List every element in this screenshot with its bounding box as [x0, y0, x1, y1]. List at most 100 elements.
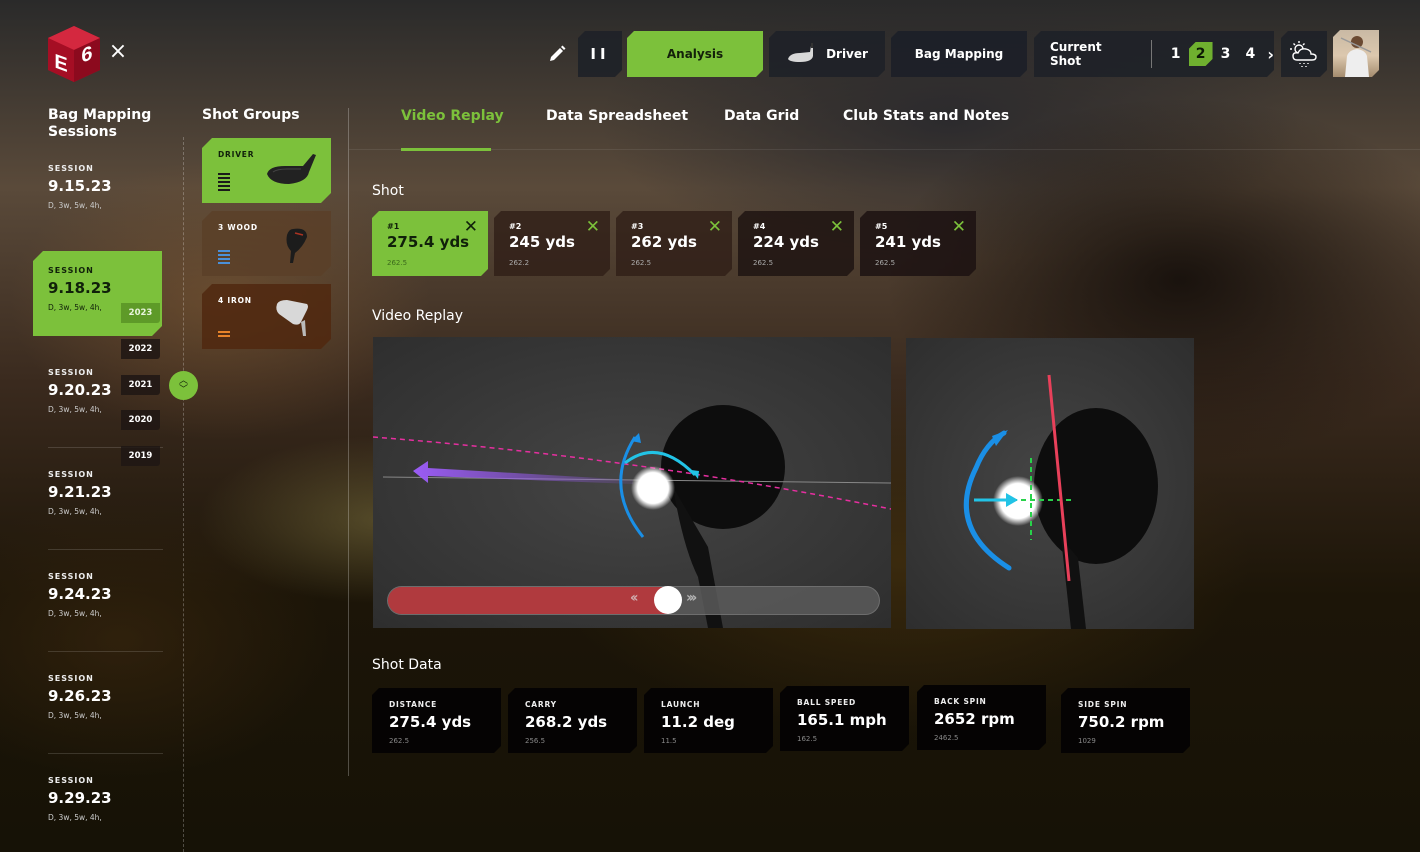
shot-card-4[interactable]: #4 224 yds 262.5 ✕	[738, 211, 854, 276]
metric-label: DISTANCE	[389, 700, 438, 709]
club-select-driver-button[interactable]: Driver	[769, 31, 885, 77]
session-item-active[interactable]: SESSION 9.18.23 D, 3w, 5w, 4h,	[33, 251, 162, 336]
year-filter-2020[interactable]: 2020	[121, 410, 160, 430]
session-date: 9.18.23	[48, 279, 112, 297]
shot-card-5[interactable]: #5 241 yds 262.5 ✕	[860, 211, 976, 276]
shot-groups-title: Shot Groups	[202, 107, 300, 123]
close-icon[interactable]: ×	[108, 41, 128, 63]
divider	[48, 549, 163, 550]
session-label: SESSION	[48, 266, 94, 275]
shot-section-title: Shot	[372, 183, 404, 199]
shot-group-3-wood[interactable]: 3 WOOD	[202, 211, 331, 276]
user-avatar[interactable]	[1333, 30, 1379, 77]
metric-sub-value: 2462.5	[934, 734, 959, 742]
session-clubs: D, 3w, 5w, 4h,	[48, 609, 102, 618]
session-label: SESSION	[48, 776, 94, 785]
remove-shot-icon[interactable]: ✕	[586, 219, 600, 236]
metric-sub-value: 11.5	[661, 737, 677, 745]
shot-card-2[interactable]: #2 245 yds 262.2 ✕	[494, 211, 610, 276]
tab-club-stats-notes[interactable]: Club Stats and Notes	[843, 108, 1009, 124]
metric-value: 165.1 mph	[797, 711, 887, 729]
shot-count-bar	[218, 181, 230, 183]
shot-card-1[interactable]: #1 275.4 yds 262.5 ✕	[372, 211, 488, 276]
panel-divider	[348, 108, 349, 776]
shot-count-bar	[218, 177, 230, 179]
year-filter-2023[interactable]: 2023	[121, 303, 160, 323]
separator	[1151, 40, 1152, 68]
chevron-down-icon: ﹀	[178, 384, 188, 395]
bag-mapping-button[interactable]: Bag Mapping	[891, 31, 1027, 77]
shot-count-bar	[218, 262, 230, 264]
shot-sub-value: 262.5	[875, 259, 896, 267]
rewind-arrows-icon: ‹‹	[630, 590, 638, 606]
current-shot-label: Current Shot	[1050, 40, 1102, 68]
video-face-view[interactable]	[906, 338, 1194, 629]
metric-card-side-spin: SIDE SPIN 750.2 rpm 1029	[1061, 688, 1190, 753]
metric-value: 2652 rpm	[934, 710, 1015, 728]
session-item[interactable]: SESSION 9.26.23 D, 3w, 5w, 4h,	[48, 674, 163, 720]
pencil-icon[interactable]	[547, 44, 567, 64]
shot-count-bar	[218, 335, 230, 337]
tab-video-replay[interactable]: Video Replay	[401, 108, 504, 124]
divider	[48, 651, 163, 652]
driver-label: Driver	[826, 47, 868, 61]
golf-ball	[631, 466, 675, 510]
remove-shot-icon[interactable]: ✕	[708, 219, 722, 236]
shot-number-4[interactable]: 4	[1238, 42, 1262, 66]
year-scroll-toggle[interactable]: ︿ ﹀	[169, 371, 198, 400]
year-filter-2019[interactable]: 2019	[121, 446, 160, 466]
chevron-right-icon[interactable]: ›	[1267, 45, 1274, 64]
tab-data-spreadsheet[interactable]: Data Spreadsheet	[546, 108, 688, 124]
metric-label: BACK SPIN	[934, 697, 987, 706]
shot-sub-value: 262.2	[509, 259, 530, 267]
shot-count-bars	[218, 250, 230, 264]
shot-count-bar	[218, 331, 230, 333]
shot-group-4-iron[interactable]: 4 IRON	[202, 284, 331, 349]
video-replay-title: Video Replay	[372, 308, 464, 324]
session-date: 9.26.23	[48, 687, 112, 705]
scrubber-handle[interactable]	[654, 586, 682, 614]
session-item[interactable]: SESSION 9.21.23 D, 3w, 5w, 4h,	[48, 470, 163, 516]
analysis-button[interactable]: Analysis	[627, 31, 763, 77]
remove-shot-icon[interactable]: ✕	[464, 219, 478, 236]
metric-sub-value: 256.5	[525, 737, 546, 745]
remove-shot-icon[interactable]: ✕	[830, 219, 844, 236]
pause-icon: II	[590, 45, 610, 63]
year-filter-2022[interactable]: 2022	[121, 339, 160, 359]
weather-button[interactable]	[1281, 31, 1327, 77]
shot-group-driver[interactable]: DRIVER	[202, 138, 331, 203]
shot-count-bar	[218, 258, 230, 260]
session-label: SESSION	[48, 470, 94, 479]
divider	[48, 753, 163, 754]
club-head	[1034, 408, 1158, 564]
scrubber-progress	[388, 587, 669, 614]
year-filter-2021[interactable]: 2021	[121, 375, 160, 395]
metric-value: 750.2 rpm	[1078, 713, 1165, 731]
shot-sub-value: 262.5	[387, 259, 408, 267]
shot-count-bar	[218, 189, 230, 191]
session-clubs: D, 3w, 5w, 4h,	[48, 507, 102, 516]
remove-shot-icon[interactable]: ✕	[952, 219, 966, 236]
session-item[interactable]: SESSION 9.29.23 D, 3w, 5w, 4h,	[48, 776, 163, 822]
session-date: 9.21.23	[48, 483, 112, 501]
shot-number-2[interactable]: 2	[1189, 42, 1213, 66]
video-side-view[interactable]	[373, 337, 891, 628]
shot-sub-value: 262.5	[753, 259, 774, 267]
tab-divider	[349, 149, 1420, 150]
session-date: 9.15.23	[48, 177, 112, 195]
session-label: SESSION	[48, 572, 94, 581]
session-item[interactable]: SESSION 9.24.23 D, 3w, 5w, 4h,	[48, 572, 163, 618]
shot-number-3[interactable]: 3	[1214, 42, 1238, 66]
metric-value: 11.2 deg	[661, 713, 735, 731]
tab-data-grid[interactable]: Data Grid	[724, 108, 799, 124]
shot-count-bar	[218, 185, 230, 187]
shot-card-3[interactable]: #3 262 yds 262.5 ✕	[616, 211, 732, 276]
shot-number-1[interactable]: 1	[1164, 42, 1188, 66]
metric-label: SIDE SPIN	[1078, 700, 1128, 709]
metric-card-back-spin: BACK SPIN 2652 rpm 2462.5	[917, 685, 1046, 750]
pause-button[interactable]: II	[578, 31, 622, 77]
analysis-label: Analysis	[666, 47, 724, 61]
session-label: SESSION	[48, 164, 94, 173]
session-item[interactable]: SESSION 9.15.23 D, 3w, 5w, 4h,	[48, 164, 163, 210]
session-label: SESSION	[48, 674, 94, 683]
